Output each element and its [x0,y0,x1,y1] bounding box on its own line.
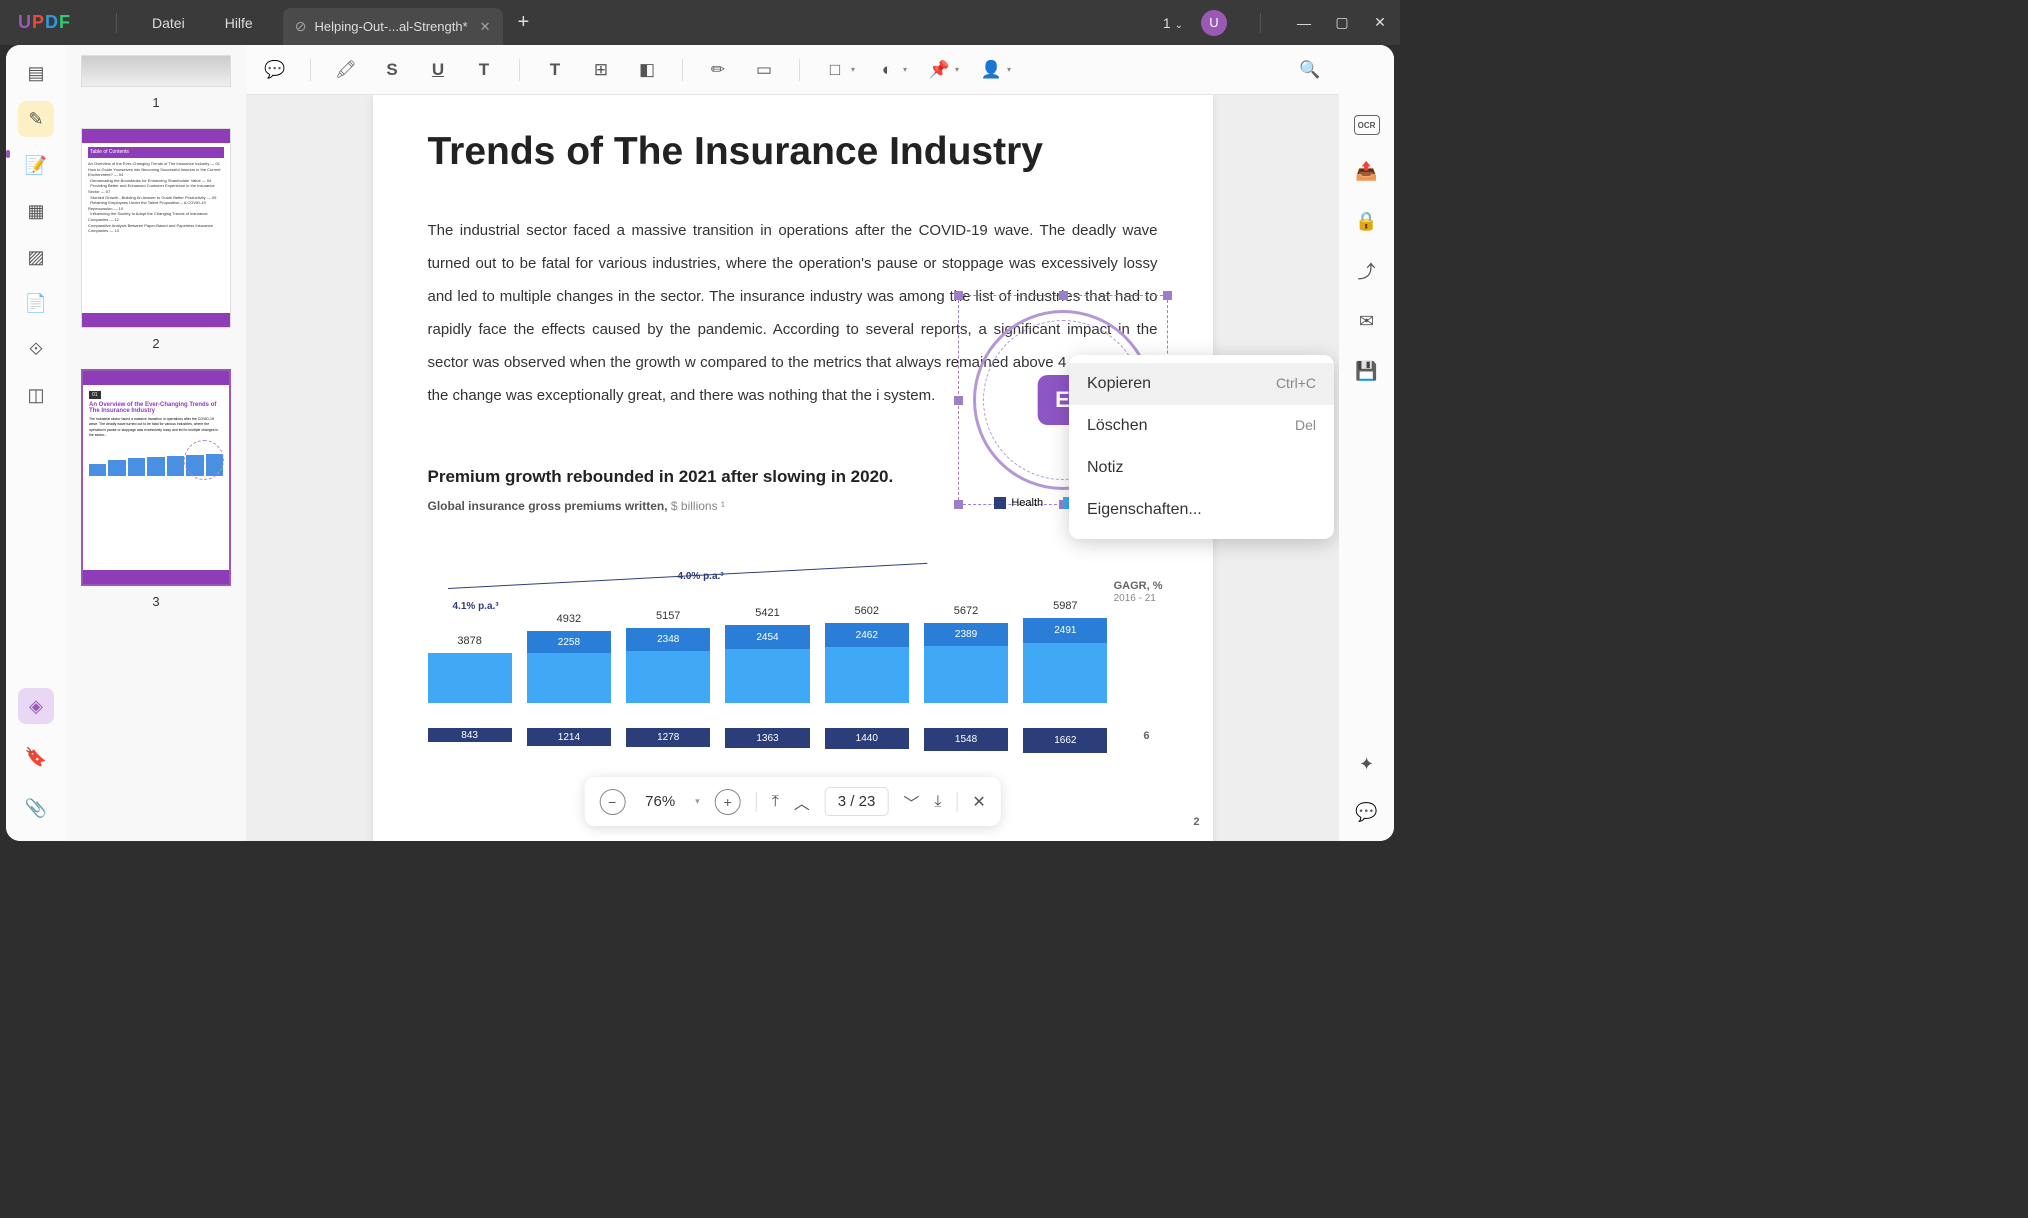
main-area: 💬 🖍 S U T T ⊞ ◧ ✏ ▭ □▾ ◐▾ 📌▾ 👤▾ 🔍 Trends… [246,45,1339,841]
pencil-icon[interactable]: ✏ [704,56,732,84]
bookmark-icon[interactable]: 🔖 [18,739,54,775]
highlight-tool-icon[interactable]: ✎ [18,101,54,137]
tab-title: Helping-Out-...al-Strength* [314,19,467,34]
redact-icon[interactable]: ▨ [18,239,54,275]
context-menu: KopierenCtrl+C LöschenDel Notiz Eigensch… [1069,355,1334,539]
thumb-label: 3 [81,594,231,609]
zoom-level[interactable]: 76% [640,793,680,810]
zoom-dropdown-icon[interactable]: ▾ [695,796,700,807]
layers-icon[interactable]: ◈ [18,688,54,724]
compare-icon[interactable]: ◫ [18,377,54,413]
zoom-out-button[interactable]: − [599,789,625,815]
crop-tool-icon[interactable]: ⟐ [18,331,54,367]
page-title: Trends of The Insurance Industry [428,130,1158,174]
ctx-copy[interactable]: KopierenCtrl+C [1069,363,1334,405]
zoom-in-button[interactable]: + [715,789,741,815]
next-page-icon[interactable]: ﹀ [903,790,919,814]
user-avatar[interactable]: U [1201,10,1227,36]
share-icon[interactable]: ⤴ [1353,257,1381,285]
save-icon[interactable]: 💾 [1353,357,1381,385]
titlebar: UPDF Datei Hilfe ⊘ Helping-Out-...al-Str… [0,0,1400,45]
attachment-icon[interactable]: 📎 [18,790,54,826]
tab-close-icon[interactable]: ✕ [480,19,491,35]
underline-icon[interactable]: U [424,56,452,84]
left-rail: ▤ ✎ 📝 ▦ ▨ 📄 ⟐ ◫ ◈ 🔖 📎 [6,45,66,841]
first-page-icon[interactable]: ⤒ [772,793,779,811]
tab-doc-icon: ⊘ [295,18,307,35]
comment-icon[interactable]: 💬 [261,56,289,84]
document-tab[interactable]: ⊘ Helping-Out-...al-Strength* ✕ [283,8,503,45]
close-button[interactable]: ✕ [1370,14,1390,31]
ocr-icon[interactable]: OCR [1354,115,1380,135]
menu-file[interactable]: Datei [132,15,205,31]
thumbnail-panel: 1 Table of Contents An Overview of the E… [66,45,246,841]
text-icon[interactable]: T [541,56,569,84]
minimize-button[interactable]: — [1294,15,1314,31]
thumb-label: 1 [81,95,231,110]
menu-help[interactable]: Hilfe [205,15,273,31]
callout-icon[interactable]: ◧ [633,56,661,84]
ctx-note[interactable]: Notiz [1069,447,1334,489]
ai-icon[interactable]: ✦ [1353,750,1381,778]
page-tool-icon[interactable]: 📄 [18,285,54,321]
last-page-icon[interactable]: ⤓ [934,793,941,811]
edit-tool-icon[interactable]: 📝 [18,147,54,183]
squiggly-icon[interactable]: T [470,56,498,84]
search-icon[interactable]: 🔍 [1296,56,1324,84]
thumbnail-3[interactable]: 01 An Overview of the Ever-Changing Tren… [81,369,231,586]
page-controls: − 76% ▾ + ⤒ ︿ 3 / 23 ﹀ ⤓ ✕ [584,777,1001,826]
email-icon[interactable]: ✉ [1353,307,1381,335]
stamp-dropdown[interactable]: ◐▾ [873,56,907,84]
chat-icon[interactable]: 💬 [1353,798,1381,826]
page-indicator[interactable]: 3 / 23 [825,787,889,816]
highlighter-icon[interactable]: 🖍 [332,56,360,84]
thumb-label: 2 [81,336,231,351]
reader-mode-icon[interactable]: ▤ [18,55,54,91]
protect-icon[interactable]: 🔒 [1353,207,1381,235]
right-rail: OCR 📤 🔒 ⤴ ✉ 💾 ✦ 💬 [1339,45,1394,841]
prev-page-icon[interactable]: ︿ [794,790,810,814]
signature-dropdown[interactable]: 👤▾ [977,56,1011,84]
textbox-icon[interactable]: ⊞ [587,56,615,84]
maximize-button[interactable]: ▢ [1332,14,1352,31]
pin-dropdown[interactable]: 📌▾ [925,56,959,84]
annotation-toolbar: 💬 🖍 S U T T ⊞ ◧ ✏ ▭ □▾ ◐▾ 📌▾ 👤▾ 🔍 [246,45,1339,95]
close-bar-icon[interactable]: ✕ [972,792,985,812]
eraser-icon[interactable]: ▭ [750,56,778,84]
thumbnail-1[interactable] [81,55,231,87]
ctx-properties[interactable]: Eigenschaften... [1069,489,1334,531]
strikethrough-icon[interactable]: S [378,56,406,84]
chart-title: Premium growth rebounded in 2021 after s… [428,467,1158,487]
convert-icon[interactable]: 📤 [1353,157,1381,185]
app-logo: UPDF [18,12,71,33]
ctx-delete[interactable]: LöschenDel [1069,405,1334,447]
shape-dropdown[interactable]: □▾ [821,56,855,84]
thumbnail-2[interactable]: Table of Contents An Overview of the Eve… [81,128,231,328]
outline-icon[interactable]: ▦ [18,193,54,229]
window-count[interactable]: 1 ⌄ [1163,15,1183,31]
tab-add-button[interactable]: + [518,11,530,34]
